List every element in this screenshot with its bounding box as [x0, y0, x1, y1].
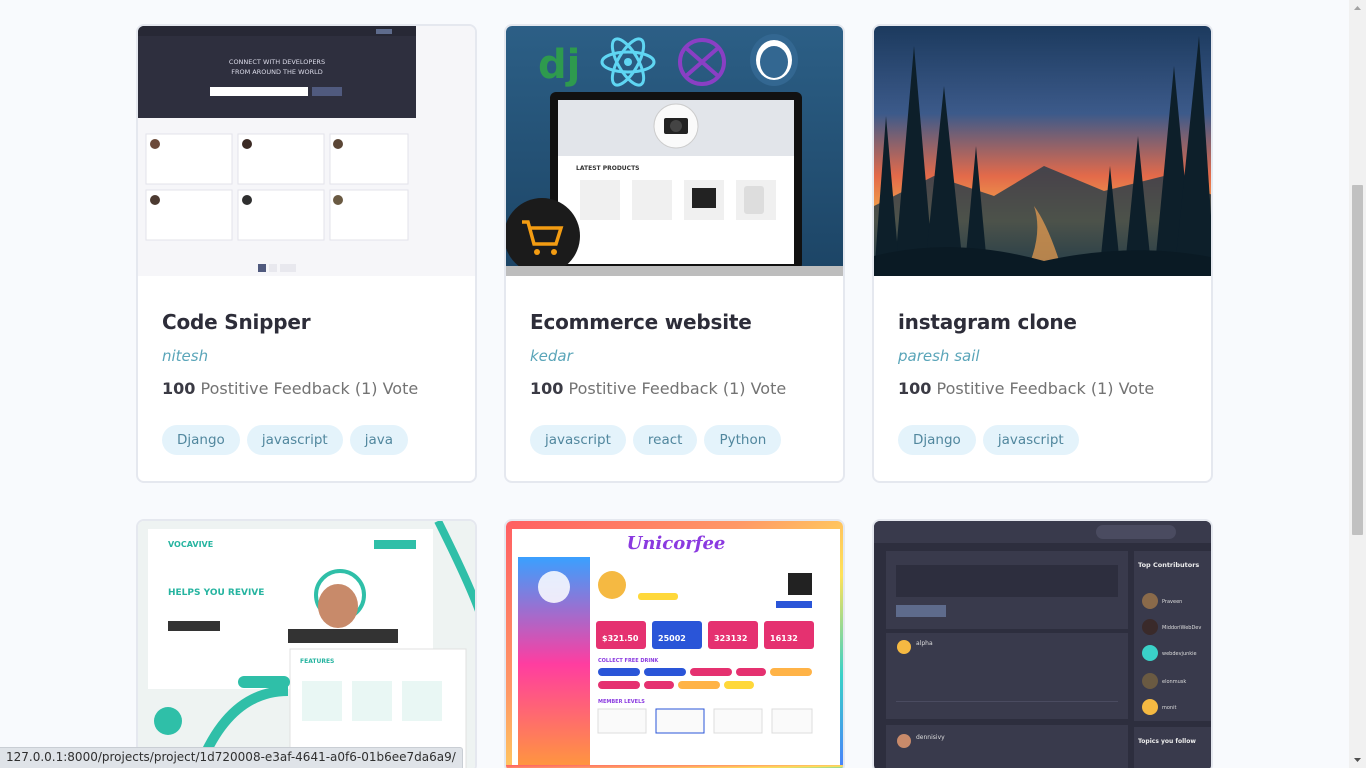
thumb-text: LATEST PRODUCTS [576, 165, 639, 172]
project-title[interactable]: Ecommerce website [530, 310, 819, 334]
project-thumbnail[interactable]: Unicorfee $321.50 25002 323132 16132 COL… [506, 521, 843, 768]
tag-list: Django javascript java [162, 425, 451, 455]
link-status-bar: 127.0.0.1:8000/projects/project/1d720008… [0, 747, 463, 768]
thumb-text: 16132 [770, 634, 798, 643]
thumb-text: CONNECT WITH DEVELOPERS [229, 58, 325, 66]
thumb-text: 323132 [714, 634, 747, 643]
tag[interactable]: Python [704, 425, 782, 455]
thumb-text: MEMBER LEVELS [598, 699, 645, 705]
project-card[interactable]: CONNECT WITH DEVELOPERS FROM AROUND THE … [136, 24, 477, 483]
project-thumbnail[interactable]: dj LATEST PRODUCTS [506, 26, 843, 276]
tag[interactable]: java [349, 425, 409, 455]
feedback-text: Postitive Feedback (1) Vote [936, 379, 1155, 398]
thumb-text: Top Contributors [1138, 561, 1199, 569]
tag[interactable]: Django [898, 425, 976, 455]
scrollbar-thumb[interactable] [1352, 185, 1363, 535]
thumb-text: 25002 [658, 634, 686, 643]
project-title[interactable]: instagram clone [898, 310, 1187, 334]
project-thumbnail[interactable]: CONNECT WITH DEVELOPERS FROM AROUND THE … [138, 26, 475, 276]
scroll-up-arrow-icon[interactable] [1349, 0, 1366, 17]
project-title[interactable]: Code Snipper [162, 310, 451, 334]
project-feedback: 100 Postitive Feedback (1) Vote [530, 379, 819, 398]
thumb-text: FROM AROUND THE WORLD [231, 68, 323, 76]
thumb-text: MiddoriWebDev [1162, 625, 1201, 631]
thumb-text: $321.50 [602, 634, 639, 643]
tag[interactable]: javascript [246, 425, 343, 455]
thumb-text: COLLECT FREE DRINK [598, 658, 659, 664]
thumb-text: Topics you follow [1138, 738, 1196, 745]
project-author-link[interactable]: kedar [530, 347, 573, 365]
thumb-text: VOCAVIVE [168, 540, 213, 549]
tag[interactable]: Django [162, 425, 240, 455]
feedback-value: 100 [898, 379, 932, 398]
thumb-text: HELPS YOU REVIVE [168, 588, 264, 598]
thumb-text: alpha [916, 640, 933, 647]
feedback-value: 100 [162, 379, 196, 398]
page-scrollbar[interactable] [1349, 0, 1366, 768]
tag-list: Django javascript [898, 425, 1187, 455]
thumb-text: webdevjunkie [1162, 651, 1197, 657]
project-feedback: 100 Postitive Feedback (1) Vote [162, 379, 451, 398]
project-thumbnail[interactable] [874, 26, 1211, 276]
feedback-text: Postitive Feedback (1) Vote [200, 379, 419, 398]
tag-list: javascript react Python [530, 425, 819, 455]
thumb-text: dennisivy [916, 734, 945, 741]
project-card[interactable]: alpha dennisivy Top Contributors Praveen… [872, 519, 1213, 768]
thumb-text: FEATURES [300, 658, 334, 665]
project-author-link[interactable]: paresh sail [898, 347, 980, 365]
tag[interactable]: react [632, 425, 698, 455]
project-feedback: 100 Postitive Feedback (1) Vote [898, 379, 1187, 398]
feedback-value: 100 [530, 379, 564, 398]
project-thumbnail[interactable]: VOCAVIVE HELPS YOU REVIVE FEATURES [138, 521, 475, 768]
project-thumbnail[interactable]: alpha dennisivy Top Contributors Praveen… [874, 521, 1211, 768]
feedback-text: Postitive Feedback (1) Vote [568, 379, 787, 398]
svg-text:dj: dj [538, 42, 580, 88]
project-author-link[interactable]: nitesh [162, 347, 208, 365]
thumb-text: monit [1162, 705, 1176, 711]
tag[interactable]: javascript [530, 425, 626, 455]
project-card[interactable]: VOCAVIVE HELPS YOU REVIVE FEATURES [136, 519, 477, 768]
tag[interactable]: javascript [982, 425, 1079, 455]
project-card[interactable]: Unicorfee $321.50 25002 323132 16132 COL… [504, 519, 845, 768]
thumb-text: Unicorfee [627, 533, 726, 554]
scroll-down-arrow-icon[interactable] [1349, 751, 1366, 768]
thumb-text: Praveen [1162, 599, 1182, 605]
project-card[interactable]: dj LATEST PRODUCTS Ecommerce website ked… [504, 24, 845, 483]
project-card[interactable]: instagram clone paresh sail 100 Postitiv… [872, 24, 1213, 483]
thumb-text: elonmusk [1162, 679, 1186, 685]
